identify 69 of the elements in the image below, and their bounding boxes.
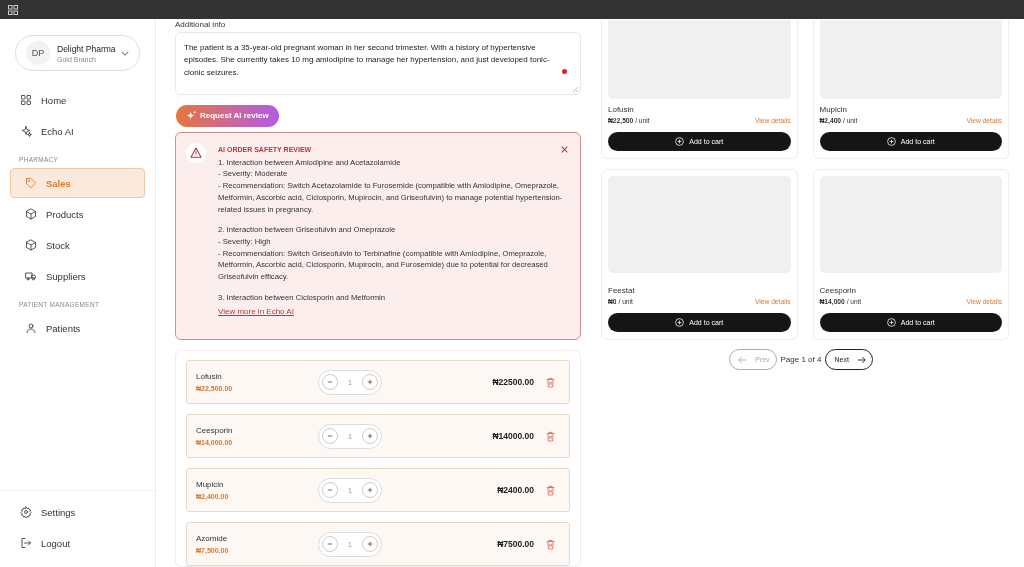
apps-icon[interactable] [8, 4, 18, 15]
product-name: Feestat [608, 286, 636, 295]
line-total: ₦2400.00 [497, 485, 534, 495]
request-review-button[interactable]: Request AI review [176, 104, 279, 127]
plus-icon [367, 379, 373, 385]
logout-icon [20, 537, 32, 549]
decrement-button[interactable] [322, 374, 338, 390]
settings-icon [20, 506, 32, 518]
increment-button[interactable] [362, 536, 378, 552]
page-indicator: Page 1 of 4 [780, 355, 822, 364]
minus-icon [327, 433, 333, 439]
nav-item[interactable]: Stock [10, 230, 145, 260]
avatar: DP [26, 41, 50, 65]
cube-icon [25, 208, 37, 220]
line-total: ₦7500.00 [497, 539, 534, 549]
decrement-button[interactable] [322, 536, 338, 552]
increment-button[interactable] [362, 428, 378, 444]
plus-icon [367, 487, 373, 493]
chevron-down-icon [121, 50, 129, 56]
field-label: Additional info [175, 20, 227, 29]
person-icon [25, 322, 37, 334]
product-name: Ceesporin [196, 426, 234, 435]
truck-icon [25, 270, 37, 282]
nav-item[interactable]: Echo AI [10, 116, 145, 146]
sparkle-icon [186, 110, 197, 122]
plus-circle-icon [675, 137, 685, 146]
minus-icon [327, 487, 333, 493]
plus-circle-icon [886, 318, 896, 327]
nav-item[interactable]: Products [10, 199, 145, 229]
plus-icon [367, 541, 373, 547]
minus-icon [327, 379, 333, 385]
product-name: Mupicin [819, 105, 849, 114]
status-dot-icon [562, 69, 567, 74]
nav-item[interactable]: Logout [10, 528, 145, 558]
line-total: ₦14000.00 [492, 431, 534, 441]
cube-icon [25, 239, 37, 251]
plus-circle-icon [886, 137, 896, 146]
delete-icon[interactable] [546, 376, 555, 388]
tag-icon [25, 177, 37, 189]
sparkle-icon [20, 125, 32, 137]
increment-button[interactable] [362, 482, 378, 498]
plus-icon [367, 433, 373, 439]
warning-icon [186, 142, 206, 163]
close-button[interactable] [561, 145, 568, 153]
product-name: Azomide [196, 534, 229, 543]
text-area[interactable]: The patient is a 35-year-old pregnant woman in her second trimester. With a history of hypertensive episodes. She currently takes 10 mg amlodipine to manage her hypertension, and just developed tonic-clonic seizures. [175, 32, 581, 95]
nav-item[interactable]: Settings [10, 497, 145, 527]
decrement-button[interactable] [322, 428, 338, 444]
grid-icon [20, 94, 32, 106]
nav-item[interactable]: Home [10, 85, 145, 115]
increment-button[interactable] [362, 374, 378, 390]
delete-icon[interactable] [546, 484, 555, 496]
nav-item[interactable]: Patients [10, 313, 145, 343]
decrement-button[interactable] [322, 482, 338, 498]
organization-name: Delight Pharma [57, 43, 117, 54]
product-name: Mupicin [196, 480, 225, 489]
delete-icon[interactable] [546, 538, 555, 550]
product-name: Lofusin [608, 105, 635, 114]
product-name: Ceesporin [819, 286, 857, 295]
delete-icon[interactable] [546, 430, 555, 442]
view-more-link[interactable]: View more in Echo AI [218, 307, 294, 317]
product-name: Lofusin [196, 372, 223, 381]
minus-icon [327, 541, 333, 547]
arrow-right-icon [856, 355, 866, 364]
resize-grip-icon [572, 85, 578, 92]
nav-item[interactable]: Suppliers [10, 261, 145, 291]
plus-circle-icon [675, 318, 685, 327]
line-total: ₦22500.00 [492, 377, 534, 387]
arrow-left-icon [738, 355, 748, 364]
